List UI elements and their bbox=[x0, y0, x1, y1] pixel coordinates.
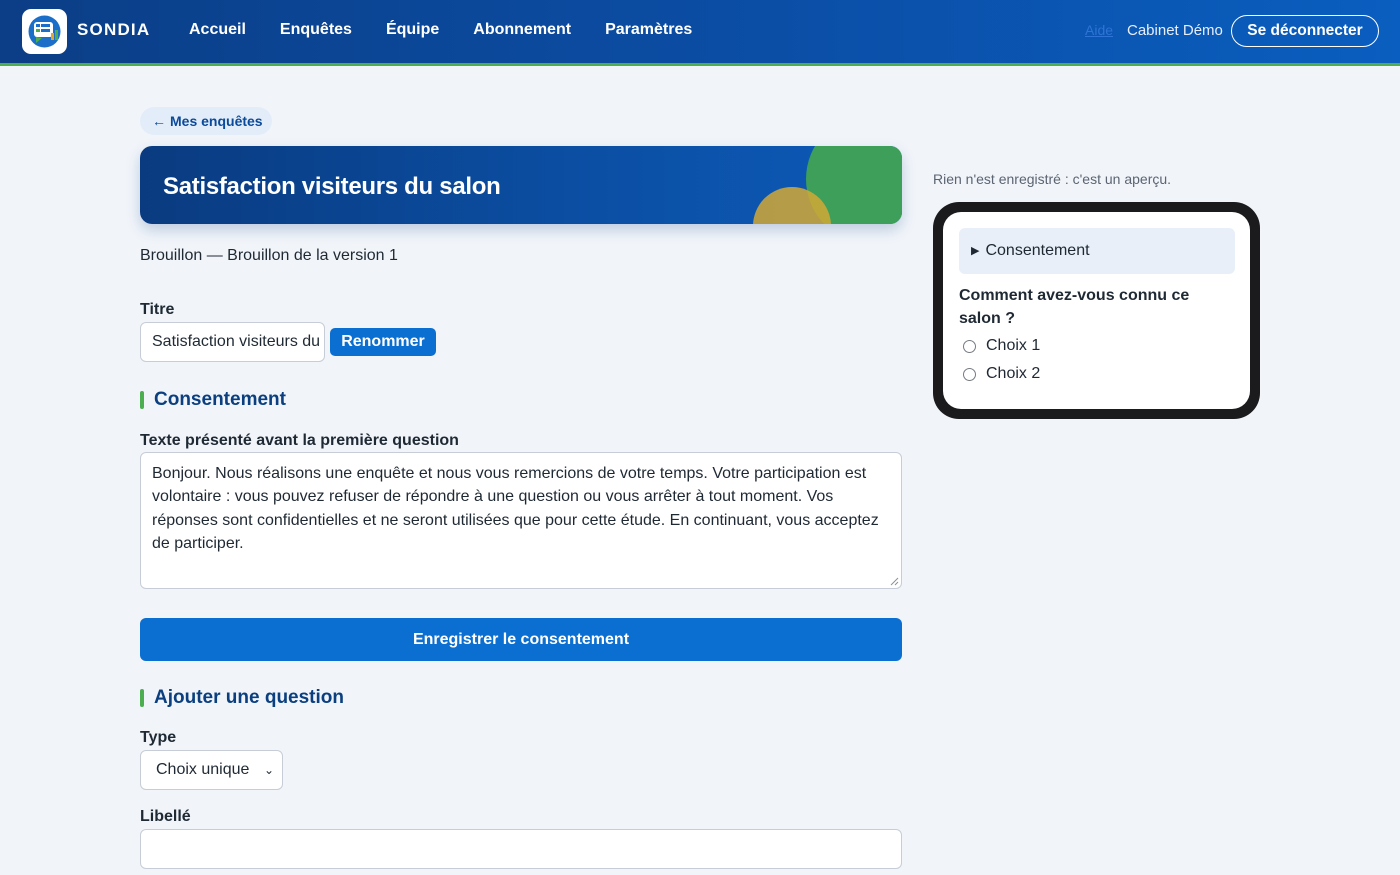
preview-note: Rien n'est enregistré : c'est un aperçu. bbox=[933, 171, 1172, 187]
radio-icon[interactable] bbox=[963, 339, 976, 353]
type-field-label: Type bbox=[140, 729, 177, 746]
consent-textarea-value: Bonjour. Nous réalisons une enquête et n… bbox=[152, 465, 879, 552]
nav-item-equipe[interactable]: Équipe bbox=[386, 21, 439, 39]
question-type-value: Choix unique bbox=[156, 761, 250, 778]
resize-grip-icon[interactable] bbox=[890, 577, 899, 586]
preview-choice-1[interactable]: Choix 1 bbox=[963, 337, 1040, 355]
title-field-label: Titre bbox=[140, 301, 175, 318]
consent-text-label: Texte présenté avant la première questio… bbox=[140, 432, 459, 449]
consent-textarea[interactable]: Bonjour. Nous réalisons une enquête et n… bbox=[140, 452, 902, 589]
phone-preview-screen: ▶ Consentement Comment avez-vous connu ce… bbox=[943, 212, 1250, 409]
nav-item-abonnement[interactable]: Abonnement bbox=[473, 21, 571, 39]
save-consent-button[interactable]: Enregistrer le consentement bbox=[140, 618, 902, 661]
libelle-input[interactable] bbox=[140, 829, 902, 869]
add-question-heading: Ajouter une question bbox=[140, 687, 344, 709]
logout-button[interactable]: Se déconnecter bbox=[1231, 15, 1379, 47]
preview-question: Comment avez-vous connu ce salon ? bbox=[959, 287, 1190, 327]
radio-icon[interactable] bbox=[963, 367, 976, 381]
consent-section-heading: Consentement bbox=[140, 389, 286, 411]
preview-choice-2[interactable]: Choix 2 bbox=[963, 365, 1040, 383]
survey-title-banner: Satisfaction visiteurs du salon bbox=[140, 146, 902, 224]
main-nav: Accueil Enquêtes Équipe Abonnement Param… bbox=[189, 21, 726, 39]
page-title: Satisfaction visiteurs du salon bbox=[163, 173, 501, 200]
top-navbar: SONDIA Accueil Enquêtes Équipe Abonnemen… bbox=[0, 0, 1400, 66]
app-logo-icon[interactable] bbox=[22, 9, 67, 54]
chevron-down-icon: ⌄ bbox=[263, 763, 274, 777]
preview-consent-label: Consentement bbox=[985, 242, 1090, 259]
preview-choice-label: Choix 1 bbox=[986, 337, 1041, 354]
brand-name: SONDIA bbox=[77, 20, 151, 39]
rename-button[interactable]: Renommer bbox=[330, 328, 436, 356]
triangle-right-icon: ▶ bbox=[971, 245, 980, 257]
libelle-field-label: Libellé bbox=[140, 808, 191, 825]
arrow-left-icon: ← bbox=[152, 113, 166, 129]
phone-preview-frame: ▶ Consentement Comment avez-vous connu ce… bbox=[933, 202, 1260, 419]
preview-consent-toggle[interactable]: ▶ Consentement bbox=[959, 228, 1235, 274]
account-name: Cabinet Démo bbox=[1127, 22, 1223, 39]
back-link-label: Mes enquêtes bbox=[170, 113, 263, 129]
back-to-surveys-link[interactable]: ← Mes enquêtes bbox=[140, 107, 272, 135]
preview-choice-label: Choix 2 bbox=[986, 365, 1041, 382]
nav-item-accueil[interactable]: Accueil bbox=[189, 21, 246, 39]
survey-status: Brouillon — Brouillon de la version 1 bbox=[140, 247, 398, 264]
question-type-select[interactable]: Choix unique ⌄ bbox=[140, 750, 283, 790]
nav-item-parametres[interactable]: Paramètres bbox=[605, 21, 692, 39]
title-input[interactable]: Satisfaction visiteurs du salon bbox=[140, 322, 325, 362]
help-link[interactable]: Aide bbox=[1085, 22, 1113, 38]
nav-item-enquetes[interactable]: Enquêtes bbox=[280, 21, 352, 39]
